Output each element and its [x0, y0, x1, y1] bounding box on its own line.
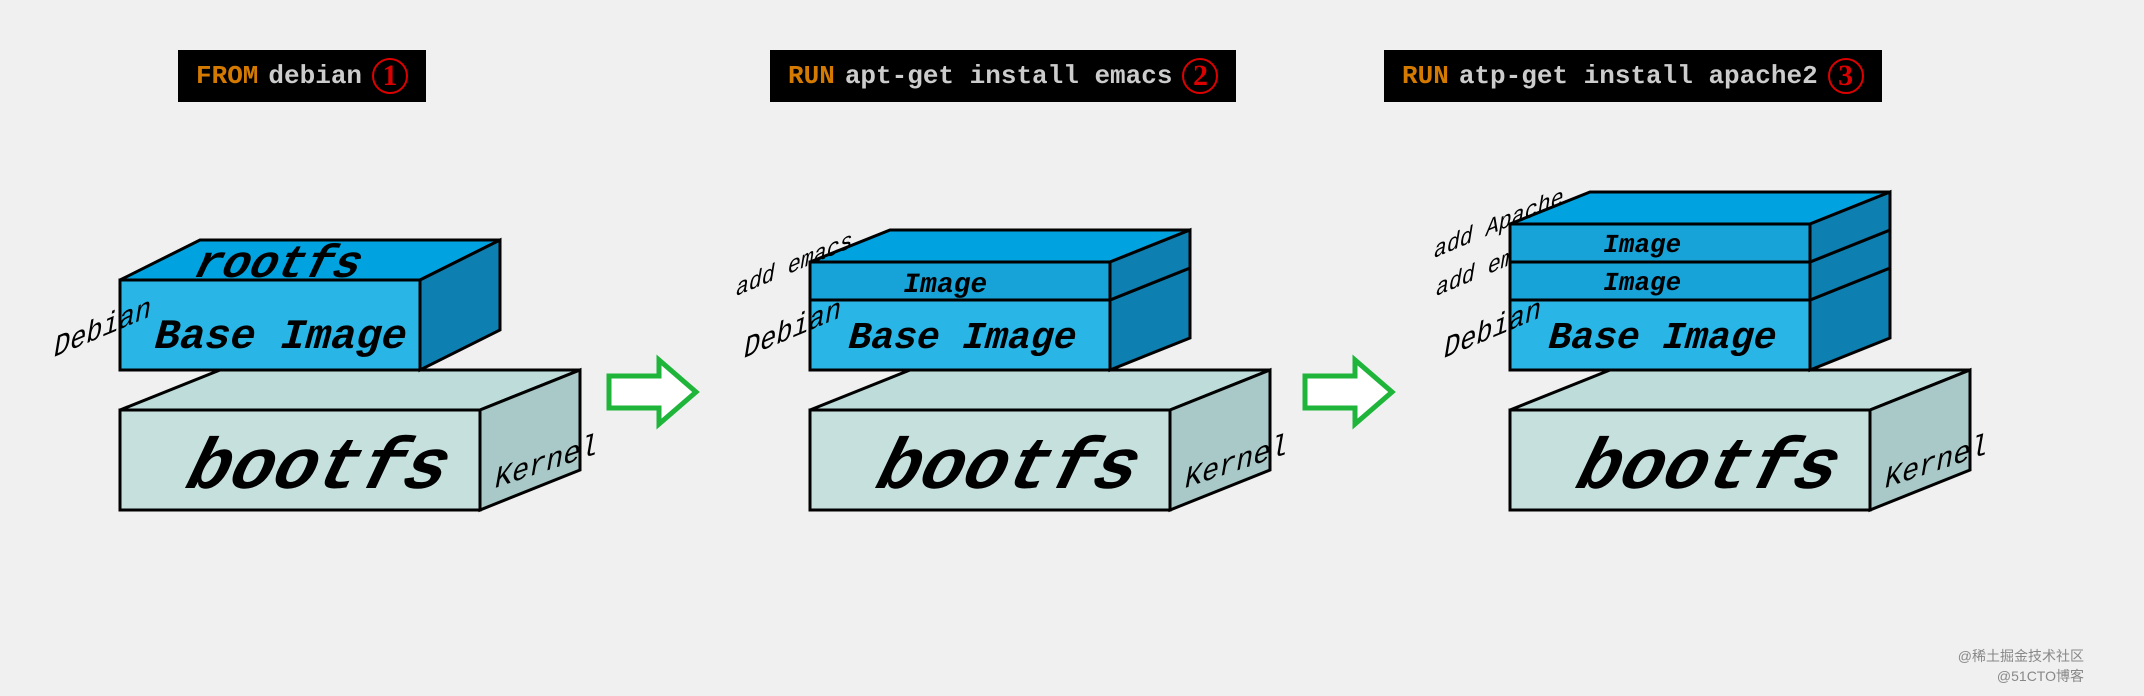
- arrow-1-icon: [604, 352, 704, 432]
- label-base-image-1: Base Image: [149, 313, 414, 361]
- label-image-3a: Image: [1601, 268, 1684, 298]
- label-base-image-3: Base Image: [1543, 317, 1783, 360]
- watermark-2: @51CTO博客: [1997, 666, 2084, 686]
- label-bootfs-3: bootfs: [1560, 428, 1857, 510]
- label-bootfs: bootfs: [170, 428, 467, 510]
- cmd-2: RUN apt-get install emacs 2: [770, 50, 1236, 102]
- cmd-1-num: 1: [372, 58, 408, 94]
- label-base-image-2: Base Image: [843, 317, 1083, 360]
- cmd-1-keyword: FROM: [196, 61, 258, 91]
- arrow-2-icon: [1300, 352, 1400, 432]
- cmd-2-keyword: RUN: [788, 61, 835, 91]
- cmd-3-args: atp-get install apache2: [1459, 61, 1818, 91]
- cmd-2-num: 2: [1182, 58, 1218, 94]
- stage-1: bootfs Kernel rootfs Base Image Debian: [40, 220, 600, 580]
- cmd-1: FROM debian 1: [178, 50, 426, 102]
- stage-3: bootfs Kernel Base Image Debian Image ad…: [1430, 220, 1990, 580]
- cmd-3: RUN atp-get install apache2 3: [1384, 50, 1882, 102]
- label-rootfs: rootfs: [183, 239, 373, 291]
- label-image-2: Image: [900, 270, 989, 301]
- label-bootfs-2: bootfs: [860, 428, 1157, 510]
- cmd-2-args: apt-get install emacs: [845, 61, 1173, 91]
- cmd-3-keyword: RUN: [1402, 61, 1449, 91]
- stage-2: bootfs Kernel Base Image Debian Image ad…: [730, 220, 1290, 580]
- watermark-1: @稀土掘金技术社区: [1958, 646, 2084, 666]
- cmd-1-args: debian: [268, 61, 362, 91]
- cmd-3-num: 3: [1828, 58, 1864, 94]
- label-image-3b: Image: [1601, 230, 1684, 260]
